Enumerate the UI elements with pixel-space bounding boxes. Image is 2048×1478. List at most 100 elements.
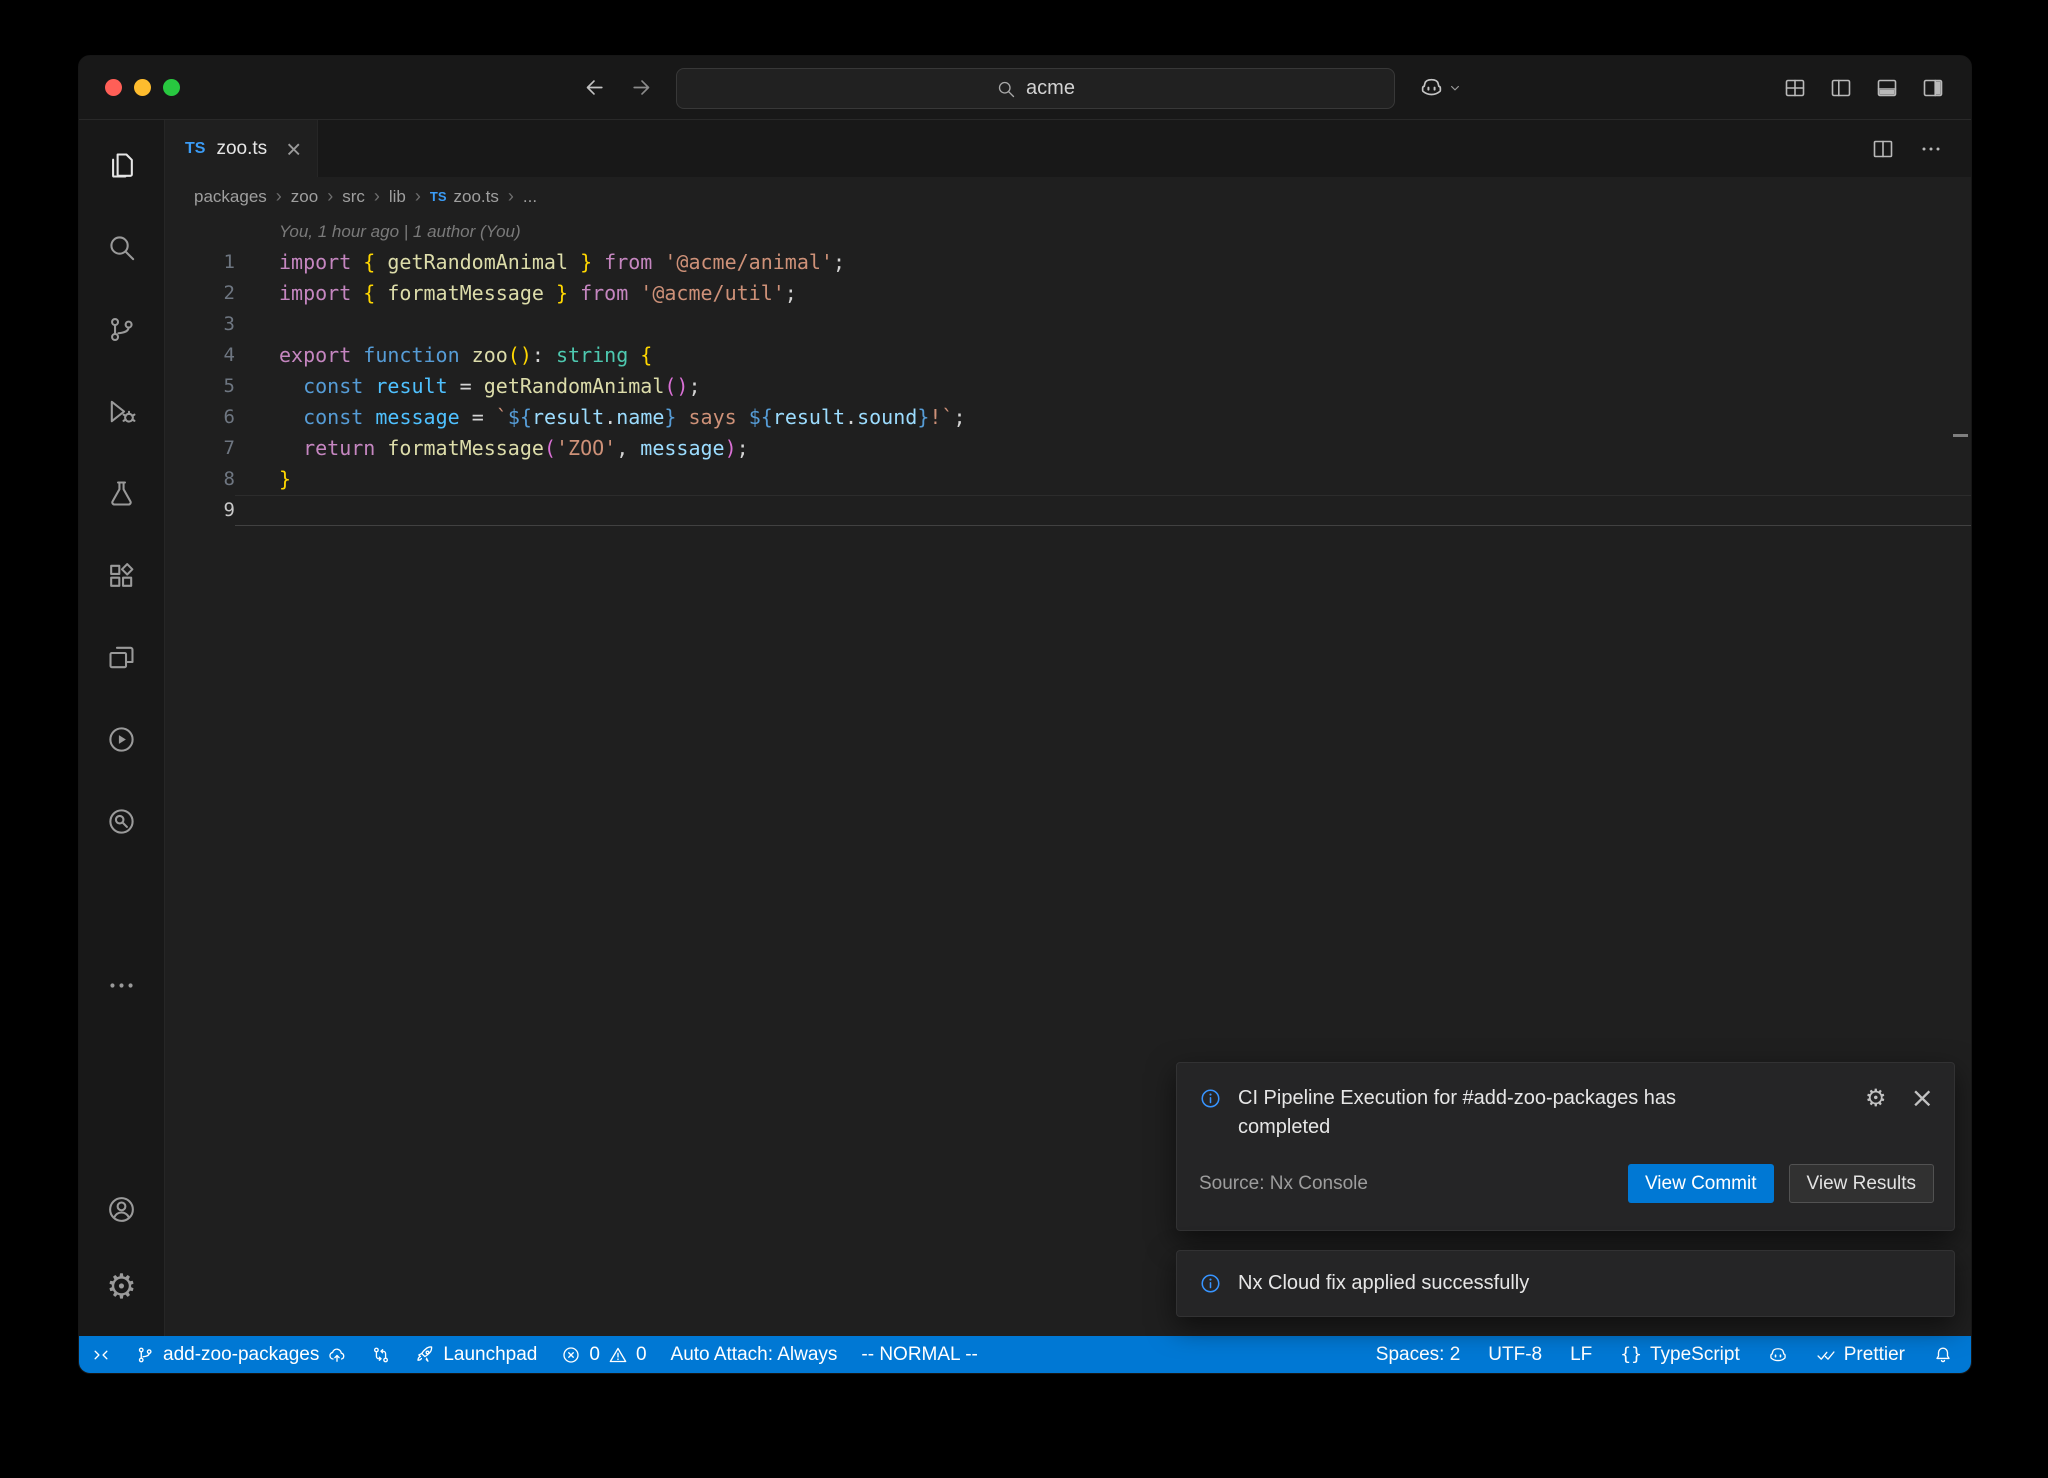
status-item-prettier[interactable]: Prettier <box>1816 1344 1905 1366</box>
notification-gear-icon[interactable]: ⚙ <box>1865 1086 1887 1110</box>
double-check-icon <box>1816 1345 1836 1365</box>
close-tab-icon[interactable]: × <box>286 136 301 162</box>
remote-icon <box>91 1345 111 1365</box>
line-number: 5 <box>165 371 235 402</box>
code-line-1[interactable]: 1import { getRandomAnimal } from '@acme/… <box>165 247 1971 278</box>
activity-item-source-control[interactable] <box>79 288 164 370</box>
activity-bar: ⚙ <box>79 120 165 1336</box>
minimize-window-button[interactable] <box>134 79 151 96</box>
close-window-button[interactable] <box>105 79 122 96</box>
info-icon <box>1199 1272 1222 1295</box>
activity-item-account[interactable] <box>79 1170 164 1248</box>
code-line-4[interactable]: 4export function zoo(): string { <box>165 340 1971 371</box>
info-icon <box>1199 1087 1222 1110</box>
activity-item-extensions[interactable] <box>79 534 164 616</box>
tab-label: zoo.ts <box>216 138 267 160</box>
line-number: 6 <box>165 402 235 433</box>
tab-zoo-ts[interactable]: TS zoo.ts × <box>165 120 318 177</box>
run-debug-icon <box>106 396 137 427</box>
code-line-7[interactable]: 7 return formatMessage('ZOO', message); <box>165 433 1971 464</box>
activity-item-remote-windows[interactable] <box>79 616 164 698</box>
forward-arrow-icon[interactable] <box>629 75 654 100</box>
blame-annotation-row: You, 1 hour ago | 1 author (You) <box>165 216 1971 247</box>
breadcrumb-item-src[interactable]: src <box>342 187 365 207</box>
breadcrumb: packages›zoo›src›lib›TSzoo.ts›... <box>165 177 1971 216</box>
activity-item-search[interactable] <box>79 206 164 288</box>
circle-search-icon <box>106 806 137 837</box>
code-line-8[interactable]: 8} <box>165 464 1971 495</box>
line-content <box>235 309 1971 340</box>
back-arrow-icon[interactable] <box>582 75 607 100</box>
breadcrumb-item-packages[interactable]: packages <box>194 187 267 207</box>
status-item-remote[interactable] <box>91 1345 111 1365</box>
view-commit-button[interactable]: View Commit <box>1628 1164 1774 1203</box>
copilot-icon <box>1419 75 1444 100</box>
circle-play-icon <box>106 724 137 755</box>
breadcrumb-item-lib[interactable]: lib <box>389 187 406 207</box>
status-label: Launchpad <box>443 1344 537 1366</box>
status-item-eol[interactable]: LF <box>1570 1344 1592 1366</box>
line-content: import { formatMessage } from '@acme/uti… <box>235 278 1971 309</box>
chevron-down-icon <box>1446 79 1464 97</box>
line-content: export function zoo(): string { <box>235 340 1971 371</box>
code-line-6[interactable]: 6 const message = `${result.name} says $… <box>165 402 1971 433</box>
status-item-encoding[interactable]: UTF-8 <box>1488 1344 1542 1366</box>
breadcrumb-item-zoo[interactable]: zoo <box>291 187 318 207</box>
split-editor-icon[interactable] <box>1871 137 1895 161</box>
breadcrumb-separator: › <box>415 186 421 207</box>
activity-item-run-debug[interactable] <box>79 370 164 452</box>
status-item-auto-attach[interactable]: Auto Attach: Always <box>671 1344 838 1366</box>
status-item-problems[interactable]: 00 <box>561 1344 646 1366</box>
status-item-git-compare[interactable] <box>371 1345 391 1365</box>
search-value: acme <box>1026 77 1075 100</box>
activity-item-more[interactable] <box>79 944 164 1026</box>
status-item-vim-mode[interactable]: -- NORMAL -- <box>861 1344 977 1366</box>
zoom-window-button[interactable] <box>163 79 180 96</box>
activity-item-explorer[interactable] <box>79 124 164 206</box>
status-label: Prettier <box>1844 1344 1905 1366</box>
status-item-language[interactable]: {}TypeScript <box>1620 1344 1739 1366</box>
status-item-copilot[interactable] <box>1768 1345 1788 1365</box>
line-number: 1 <box>165 247 235 278</box>
bell-icon <box>1933 1345 1953 1365</box>
breadcrumb-item--[interactable]: ... <box>523 187 537 207</box>
overview-ruler-mark <box>1953 434 1968 437</box>
code-line-5[interactable]: 5 const result = getRandomAnimal(); <box>165 371 1971 402</box>
code-line-2[interactable]: 2import { formatMessage } from '@acme/ut… <box>165 278 1971 309</box>
activity-item-edge-browser[interactable] <box>79 862 164 944</box>
toggle-panel-icon[interactable] <box>1875 76 1899 100</box>
status-label: -- NORMAL -- <box>861 1344 977 1366</box>
line-content: } <box>235 464 1971 495</box>
code-line-3[interactable]: 3 <box>165 309 1971 340</box>
status-item-branch[interactable]: add-zoo-packages <box>135 1344 347 1366</box>
window-controls <box>79 79 180 96</box>
activity-item-circle-search[interactable] <box>79 780 164 862</box>
copilot-menu[interactable] <box>1419 75 1464 100</box>
typescript-file-icon: TS <box>430 189 447 204</box>
status-label: LF <box>1570 1344 1592 1366</box>
notification-close-icon[interactable]: × <box>1911 1084 1934 1112</box>
status-item-indentation[interactable]: Spaces: 2 <box>1376 1344 1461 1366</box>
editor-more-actions-icon[interactable] <box>1919 137 1943 161</box>
search-icon <box>996 79 1016 99</box>
breadcrumb-separator: › <box>374 186 380 207</box>
notification-source: Source: Nx Console <box>1199 1173 1368 1195</box>
error-icon <box>561 1345 581 1365</box>
toggle-secondary-sidebar-icon[interactable] <box>1921 76 1945 100</box>
view-results-button[interactable]: View Results <box>1789 1164 1934 1203</box>
notification-message: Nx Cloud fix applied successfully <box>1238 1272 1529 1295</box>
activity-item-testing[interactable] <box>79 452 164 534</box>
status-label: 0 <box>636 1344 647 1366</box>
git-compare-icon <box>371 1345 391 1365</box>
braces-icon: {} <box>1620 1344 1642 1366</box>
activity-item-settings[interactable]: ⚙ <box>79 1248 164 1326</box>
command-center-search[interactable]: acme <box>676 68 1395 109</box>
status-label: Auto Attach: Always <box>671 1344 838 1366</box>
status-item-notifications-bell[interactable] <box>1933 1345 1953 1365</box>
code-line-9[interactable]: 9 <box>165 495 1971 526</box>
status-item-launchpad[interactable]: Launchpad <box>415 1344 537 1366</box>
customize-layout-icon[interactable] <box>1783 76 1807 100</box>
activity-item-circle-play[interactable] <box>79 698 164 780</box>
toggle-primary-sidebar-icon[interactable] <box>1829 76 1853 100</box>
breadcrumb-item-zoo-ts[interactable]: TSzoo.ts <box>430 187 499 207</box>
